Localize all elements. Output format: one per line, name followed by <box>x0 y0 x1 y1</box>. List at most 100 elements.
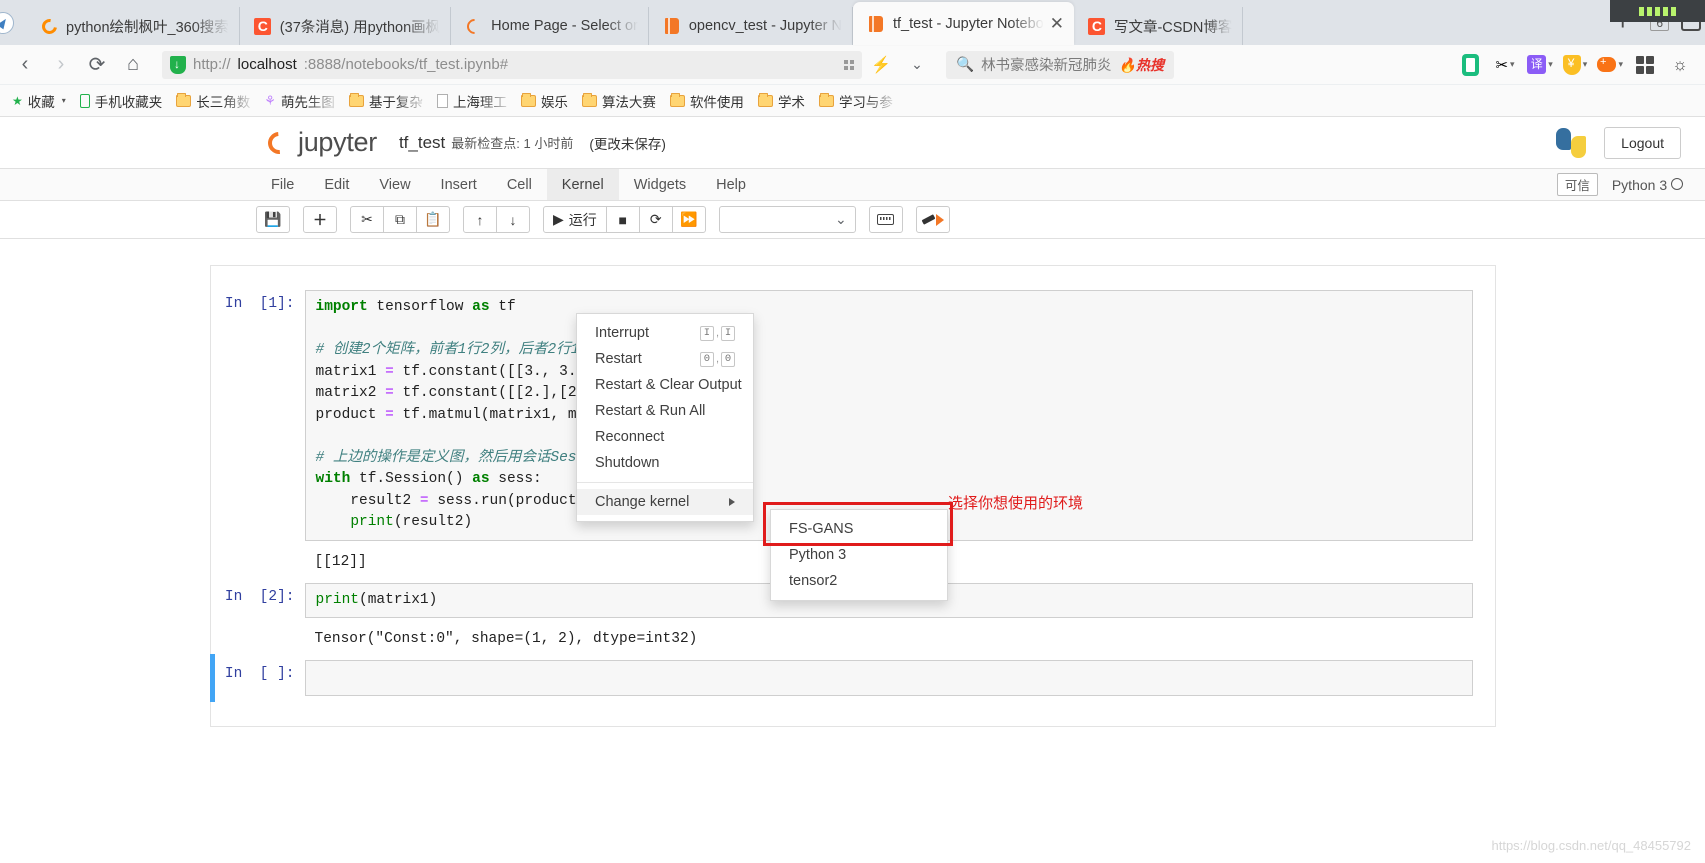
kernel-menu-restart-clear-output[interactable]: Restart & Clear Output <box>577 372 753 398</box>
bookmark-label: 算法大赛 <box>601 94 656 110</box>
speed-boost-icon[interactable]: ⚡ <box>864 49 898 81</box>
menu-view[interactable]: View <box>364 169 425 200</box>
key-1: 0 <box>699 351 714 367</box>
plus-icon[interactable]: ＋ <box>303 206 337 233</box>
game-extension-icon[interactable]: ▾ <box>1597 52 1623 78</box>
menu-edit[interactable]: Edit <box>309 169 364 200</box>
bookmark-page-1[interactable]: 上海理工 <box>431 89 513 113</box>
bookmark-folder-1[interactable]: 长三角数 <box>170 89 256 113</box>
run-button[interactable]: ▶ 运行 <box>543 206 607 233</box>
notebook-cell-1[interactable]: In [1]: import tensorflow as tf # 创建2个矩阵… <box>211 284 1495 547</box>
browser-tab-3[interactable]: opencv_test - Jupyter N <box>649 7 853 45</box>
arrow-up-icon[interactable]: ↑ <box>463 206 497 233</box>
jupyter-logo[interactable]: jupyter <box>263 127 377 158</box>
bookmark-label: 手机收藏夹 <box>94 94 163 110</box>
back-icon[interactable]: ‹ <box>8 49 42 81</box>
menu-file[interactable]: File <box>256 169 309 200</box>
menu-insert[interactable]: Insert <box>426 169 492 200</box>
save-icon[interactable]: 💾 <box>256 206 290 233</box>
browser-window: python绘制枫叶_360搜索 C (37条消息) 用python画枫 Hom… <box>0 0 1705 863</box>
fast-forward-icon[interactable]: ⏩ <box>671 206 706 233</box>
phone-icon <box>79 93 90 108</box>
jupyter-book-icon <box>867 15 885 33</box>
run-label: 运行 <box>568 211 597 228</box>
paste-icon[interactable]: 📋 <box>416 206 450 233</box>
annotation-text: 选择你想使用的环境 <box>948 495 1084 512</box>
checkpoint-label: 最新检查点: 1 小时前 <box>451 136 574 151</box>
bookmark-folder-5[interactable]: 算法大赛 <box>576 89 662 113</box>
key-1: I <box>699 325 714 341</box>
browser-tab-0[interactable]: python绘制枫叶_360搜索 <box>26 7 240 45</box>
play-icon: ▶ <box>553 211 564 227</box>
address-bar[interactable]: http:// localhost:8888/notebooks/tf_test.… <box>162 50 862 79</box>
search-box[interactable]: 🔍 林书豪感染新冠肺炎 🔥热搜 <box>946 50 1174 79</box>
kernel-dropdown-menu: Interrupt I, I Restart 0, 0 Restart & Cl… <box>576 313 754 522</box>
coupon-extension-icon[interactable]: ▾ <box>1562 52 1588 78</box>
browser-tab-5[interactable]: C 写文章-CSDN博客 <box>1074 7 1244 45</box>
browser-tab-2[interactable]: Home Page - Select or <box>451 7 649 45</box>
home-icon[interactable]: ⌂ <box>116 49 150 81</box>
close-icon[interactable]: ✕ <box>1050 15 1064 32</box>
bookmark-folder-3[interactable]: 基于复杂 <box>343 89 429 113</box>
kernel-menu-restart[interactable]: Restart 0, 0 <box>577 346 753 372</box>
page-content: jupyter tf_test 最新检查点: 1 小时前 (更改未保存) Log… <box>0 117 1705 863</box>
cell-input-3[interactable] <box>304 660 1473 696</box>
forward-icon[interactable]: › <box>44 49 78 81</box>
menubar-status: 可信 Python 3 <box>1556 169 1705 200</box>
notes-extension-icon[interactable] <box>1457 52 1483 78</box>
bookmark-folder-7[interactable]: 学术 <box>752 89 811 113</box>
copy-icon[interactable]: ⧉ <box>383 206 417 233</box>
menu-kernel[interactable]: Kernel <box>546 169 619 200</box>
window-minimize-maximize-close[interactable] <box>1610 0 1705 22</box>
flower-icon: ⚘ <box>264 92 276 108</box>
toolbar-group-brush <box>915 206 950 233</box>
screenshot-extension-icon[interactable]: ✂ ▾ <box>1492 52 1518 78</box>
kernel-menu-restart-run-all[interactable]: Restart & Run All <box>577 398 753 424</box>
kernel-menu-shutdown[interactable]: Shutdown <box>577 450 753 476</box>
browser-tab-4-active[interactable]: tf_test - Jupyter Notebo ✕ <box>852 2 1074 45</box>
kernel-menu-reconnect[interactable]: Reconnect <box>577 424 753 450</box>
logout-button[interactable]: Logout <box>1604 126 1681 159</box>
qr-code-icon[interactable] <box>844 59 854 70</box>
bookmark-favorites[interactable]: ★ 收藏 ▾ <box>6 89 72 113</box>
kernel-menu-change-kernel[interactable]: Change kernel <box>577 489 753 515</box>
toolbar-group-add: ＋ <box>303 206 337 233</box>
toolbar-group-clipboard: ✂ ⧉ 📋 <box>350 206 450 233</box>
translate-extension-icon[interactable]: 译 ▾ <box>1527 52 1553 78</box>
kernel-menu-interrupt[interactable]: Interrupt I, I <box>577 320 753 346</box>
browser-tab-1[interactable]: C (37条消息) 用python画枫 <box>240 7 452 45</box>
scissors-icon[interactable]: ✂ <box>350 206 384 233</box>
bookmark-folder-2[interactable]: ⚘ 萌先生图 <box>258 89 341 113</box>
notebook-name[interactable]: tf_test <box>399 133 445 153</box>
cell-type-select[interactable]: ⌄ <box>718 206 856 233</box>
jupyter-brand-label: jupyter <box>298 127 377 157</box>
reload-icon[interactable]: ⟳ <box>80 49 114 81</box>
bookmark-folder-4[interactable]: 娱乐 <box>515 89 574 113</box>
kernel-option-python3[interactable]: Python 3 <box>771 542 947 568</box>
unsaved-status: (更改未保存) <box>589 136 666 152</box>
star-icon: ★ <box>12 93 23 108</box>
cell-input-1[interactable]: import tensorflow as tf # 创建2个矩阵，前者1行2列，… <box>304 290 1473 541</box>
kernel-option-tensor2[interactable]: tensor2 <box>771 568 947 594</box>
bookmark-label: 上海理工 <box>452 94 507 110</box>
menu-cell[interactable]: Cell <box>492 169 547 200</box>
theme-toggle-icon[interactable]: ☼ <box>1667 52 1693 78</box>
bookmark-folder-6[interactable]: 软件使用 <box>664 89 750 113</box>
bookmark-folder-8[interactable]: 学习与参 <box>813 89 899 113</box>
trusted-badge[interactable]: 可信 <box>1556 173 1598 196</box>
chevron-down-icon[interactable]: ⌄ <box>900 49 934 81</box>
menu-help[interactable]: Help <box>701 169 761 200</box>
stop-icon[interactable]: ■ <box>605 206 640 233</box>
cell-prompt: In [ ]: <box>224 666 295 682</box>
keyboard-icon[interactable] <box>868 206 903 233</box>
arrow-down-icon[interactable]: ↓ <box>496 206 530 233</box>
notebook-cell-3-selected[interactable]: In [ ]: <box>209 654 1495 702</box>
brush-icon[interactable] <box>915 206 950 233</box>
menu-widgets[interactable]: Widgets <box>619 169 701 200</box>
kernel-indicator[interactable]: Python 3 <box>1612 177 1683 193</box>
kernel-option-fs-gans[interactable]: FS-GANS <box>771 516 947 542</box>
restart-icon[interactable]: ⟳ <box>638 206 673 233</box>
hot-search-badge: 🔥热搜 <box>1118 56 1164 73</box>
apps-grid-icon[interactable] <box>1632 52 1658 78</box>
bookmark-mobile[interactable]: 手机收藏夹 <box>74 89 169 113</box>
